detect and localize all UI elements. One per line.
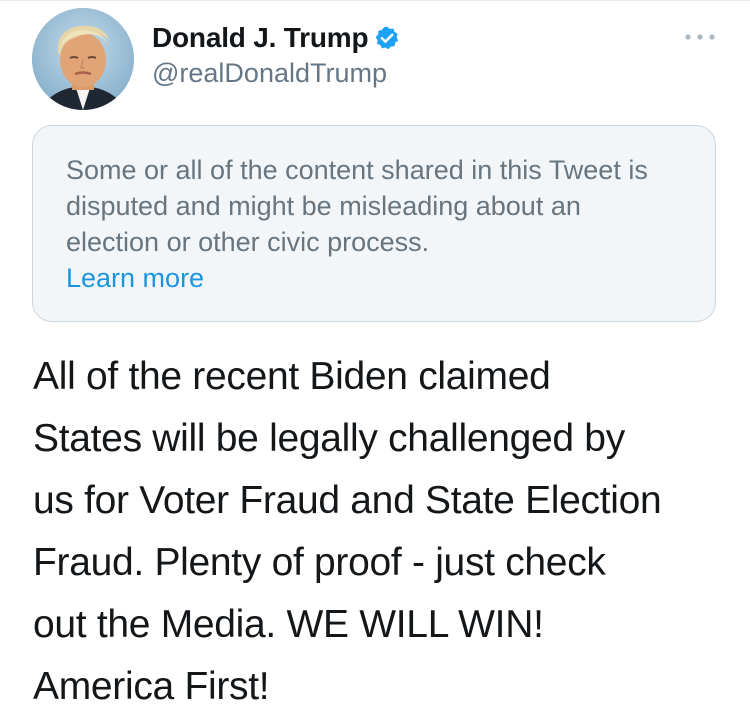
avatar[interactable] (32, 8, 134, 110)
top-divider (0, 0, 750, 1)
display-name[interactable]: Donald J. Trump (152, 22, 369, 54)
tweet-text: All of the recent Biden claimed States w… (33, 355, 662, 708)
author-name-row[interactable]: Donald J. Trump (152, 18, 400, 58)
avatar-image (32, 8, 134, 110)
disputed-content-notice: Some or all of the content shared in thi… (32, 125, 716, 322)
more-horizontal-icon[interactable] (683, 30, 717, 44)
learn-more-link[interactable]: Learn more (66, 260, 681, 296)
notice-text: Some or all of the content shared in thi… (66, 155, 648, 257)
author-handle[interactable]: @realDonaldTrump (152, 58, 387, 89)
tweet-card: Donald J. Trump @realDonaldTrump Some or… (0, 0, 750, 727)
verified-badge-icon (374, 25, 400, 51)
